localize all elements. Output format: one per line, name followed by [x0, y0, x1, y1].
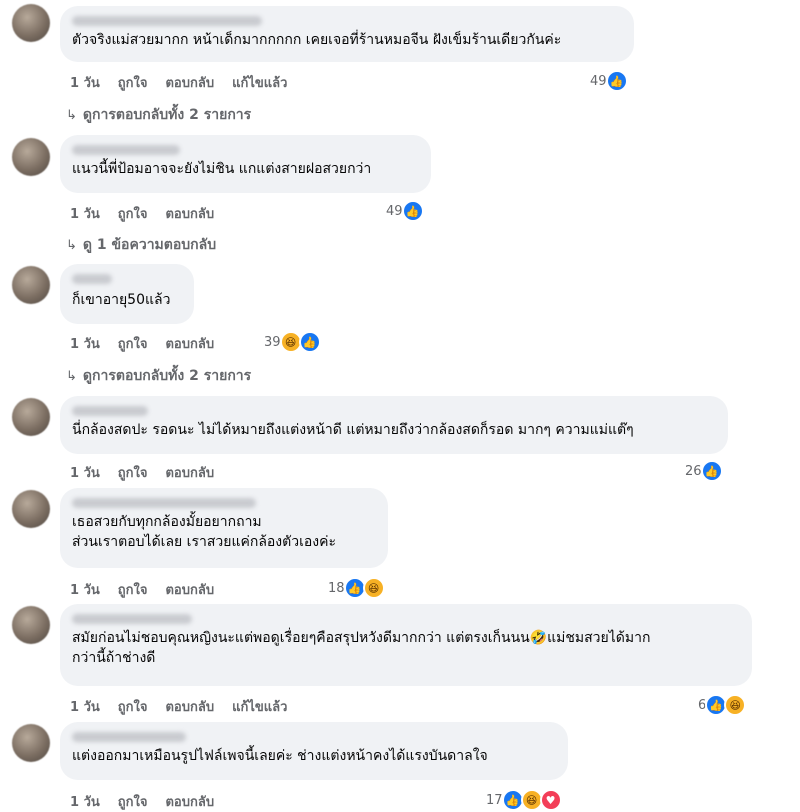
author-name-redacted[interactable] — [72, 498, 256, 508]
reply-button[interactable]: ตอบกลับ — [165, 203, 214, 224]
view-replies-link[interactable]: ↳ ดูการตอบกลับทั้ง 2 รายการ — [66, 365, 251, 387]
author-name-redacted[interactable] — [72, 274, 112, 284]
reaction-count: 18 — [328, 580, 345, 596]
comment-actions: 1 วัน ถูกใจ ตอบกลับ แก้ไขแล้ว — [70, 696, 287, 717]
like-button[interactable]: ถูกใจ — [118, 333, 148, 354]
like-icon: 👍 — [605, 70, 628, 92]
comment-bubble: แนวนี้พี่ป้อมอาจจะยังไม่ชิน แกแต่งสายฝอส… — [60, 135, 431, 193]
like-icon: 👍 — [401, 200, 424, 222]
avatar[interactable] — [12, 138, 50, 176]
reaction-count: 17 — [486, 792, 503, 808]
edited-label[interactable]: แก้ไขแล้ว — [232, 696, 287, 717]
comment-text: ก็เขาอายุ50แล้ว — [72, 292, 171, 308]
like-icon: 👍 — [298, 331, 321, 353]
avatar[interactable] — [12, 398, 50, 436]
comment-text-line: ส่วนเราตอบได้เลย เราสวยแค่กล้องตัวเองค่ะ — [72, 534, 337, 550]
timestamp-link[interactable]: 1 วัน — [70, 791, 100, 812]
view-replies-label: ดู 1 ข้อความตอบกลับ — [82, 237, 217, 253]
comment-text: นี่กล้องสดปะ รอดนะ ไม่ได้หมายถึงแต่งหน้า… — [72, 422, 634, 438]
edited-label[interactable]: แก้ไขแล้ว — [232, 72, 287, 93]
comment-actions: 1 วัน ถูกใจ ตอบกลับ — [70, 579, 214, 600]
like-button[interactable]: ถูกใจ — [118, 791, 148, 812]
comment-text-line: เธอสวยกับทุกกล้องมั้ยอยากถาม — [72, 514, 262, 530]
comment-bubble: แต่งออกมาเหมือนรูปไฟล์เพจนี้เลยค่ะ ช่างแ… — [60, 722, 568, 780]
reply-arrow-icon: ↳ — [66, 368, 77, 384]
like-icon: 👍 — [700, 460, 723, 482]
reaction-summary[interactable]: 18 👍 😆 — [328, 577, 385, 599]
comment-actions: 1 วัน ถูกใจ ตอบกลับ — [70, 791, 214, 812]
comment-text: แนวนี้พี่ป้อมอาจจะยังไม่ชิน แกแต่งสายฝอส… — [72, 161, 372, 177]
author-name-redacted[interactable] — [72, 406, 148, 416]
author-name-redacted[interactable] — [72, 732, 186, 742]
reaction-summary[interactable]: 6 👍 😆 — [698, 694, 747, 716]
like-button[interactable]: ถูกใจ — [118, 462, 148, 483]
reply-button[interactable]: ตอบกลับ — [165, 791, 214, 812]
comment-bubble: สมัยก่อนไม่ชอบคุณหญิงนะแต่พอดูเรื่อยๆคือ… — [60, 604, 752, 686]
avatar[interactable] — [12, 606, 50, 644]
reaction-summary[interactable]: 39 😆 👍 — [264, 331, 321, 353]
reply-button[interactable]: ตอบกลับ — [165, 333, 214, 354]
comment-bubble: ก็เขาอายุ50แล้ว — [60, 264, 194, 324]
reply-button[interactable]: ตอบกลับ — [165, 462, 214, 483]
like-button[interactable]: ถูกใจ — [118, 579, 148, 600]
reaction-summary[interactable]: 26 👍 — [685, 460, 723, 482]
comment-actions: 1 วัน ถูกใจ ตอบกลับ แก้ไขแล้ว — [70, 72, 287, 93]
comment-text-line: กว่านี้ถ้าช่างดี — [72, 650, 156, 666]
comment-text: แต่งออกมาเหมือนรูปไฟล์เพจนี้เลยค่ะ ช่างแ… — [72, 748, 488, 764]
haha-icon: 😆 — [362, 577, 385, 599]
reaction-summary[interactable]: 49 👍 — [386, 200, 424, 222]
comment-bubble: เธอสวยกับทุกกล้องมั้ยอยากถาม ส่วนเราตอบไ… — [60, 488, 388, 568]
comment-text-line: สมัยก่อนไม่ชอบคุณหญิงนะแต่พอดูเรื่อยๆคือ… — [72, 630, 651, 646]
reply-button[interactable]: ตอบกลับ — [165, 696, 214, 717]
view-replies-label: ดูการตอบกลับทั้ง 2 รายการ — [82, 107, 252, 123]
reaction-summary[interactable]: 17 👍 😆 ♥ — [486, 789, 562, 811]
reaction-count: 49 — [386, 203, 403, 219]
like-button[interactable]: ถูกใจ — [118, 696, 148, 717]
author-name-redacted[interactable] — [72, 614, 192, 624]
timestamp-link[interactable]: 1 วัน — [70, 696, 100, 717]
comment-actions: 1 วัน ถูกใจ ตอบกลับ — [70, 462, 214, 483]
reply-arrow-icon: ↳ — [66, 107, 77, 123]
avatar[interactable] — [12, 724, 50, 762]
timestamp-link[interactable]: 1 วัน — [70, 462, 100, 483]
timestamp-link[interactable]: 1 วัน — [70, 203, 100, 224]
comment-actions: 1 วัน ถูกใจ ตอบกลับ — [70, 333, 214, 354]
comment-actions: 1 วัน ถูกใจ ตอบกลับ — [70, 203, 214, 224]
timestamp-link[interactable]: 1 วัน — [70, 333, 100, 354]
like-button[interactable]: ถูกใจ — [118, 72, 148, 93]
author-name-redacted[interactable] — [72, 145, 180, 155]
view-replies-link[interactable]: ↳ ดูการตอบกลับทั้ง 2 รายการ — [66, 104, 251, 126]
reaction-count: 26 — [685, 463, 702, 479]
timestamp-link[interactable]: 1 วัน — [70, 579, 100, 600]
reply-arrow-icon: ↳ — [66, 237, 77, 253]
reaction-count: 49 — [590, 73, 607, 89]
avatar[interactable] — [12, 490, 50, 528]
avatar[interactable] — [12, 4, 50, 42]
comment-bubble: ตัวจริงแม่สวยมากก หน้าเด็กมากกกกก เคยเจอ… — [60, 6, 634, 62]
comment-text: ตัวจริงแม่สวยมากก หน้าเด็กมากกกกก เคยเจอ… — [72, 32, 562, 48]
avatar[interactable] — [12, 266, 50, 304]
love-icon: ♥ — [539, 789, 562, 811]
reaction-count: 39 — [264, 334, 281, 350]
comment-bubble: นี่กล้องสดปะ รอดนะ ไม่ได้หมายถึงแต่งหน้า… — [60, 396, 728, 454]
author-name-redacted[interactable] — [72, 16, 262, 26]
reply-button[interactable]: ตอบกลับ — [165, 579, 214, 600]
reaction-summary[interactable]: 49 👍 — [590, 70, 628, 92]
like-button[interactable]: ถูกใจ — [118, 203, 148, 224]
haha-icon: 😆 — [724, 694, 747, 716]
view-replies-label: ดูการตอบกลับทั้ง 2 รายการ — [82, 368, 252, 384]
reply-button[interactable]: ตอบกลับ — [165, 72, 214, 93]
view-replies-link[interactable]: ↳ ดู 1 ข้อความตอบกลับ — [66, 234, 216, 256]
timestamp-link[interactable]: 1 วัน — [70, 72, 100, 93]
